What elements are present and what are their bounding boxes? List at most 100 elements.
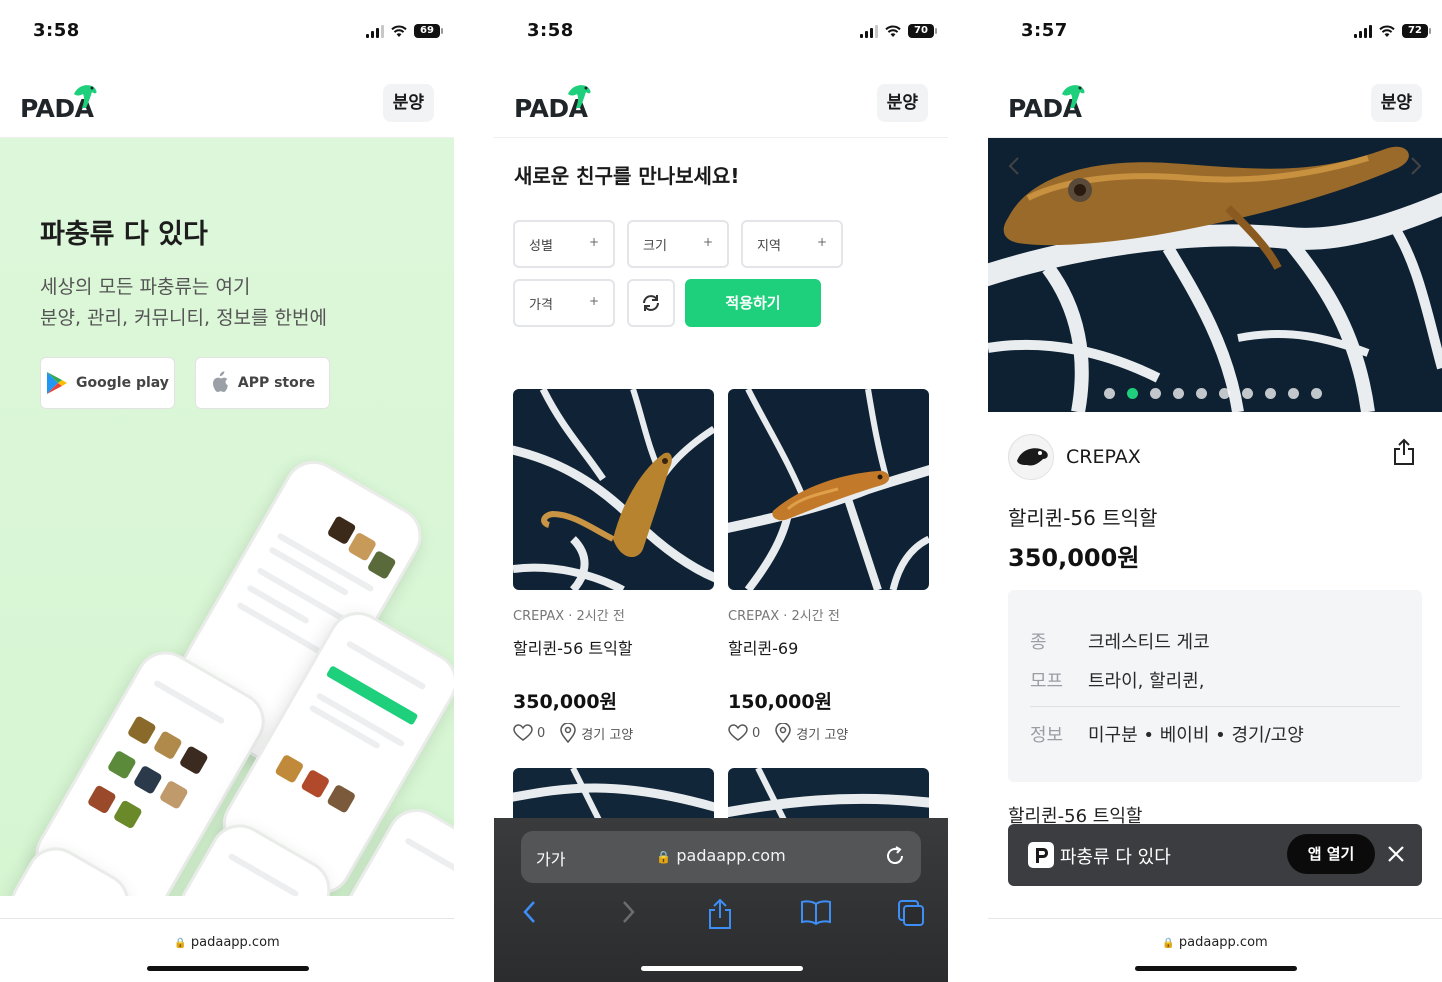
app-header: PADA 분양 <box>988 66 1442 138</box>
app-store-button[interactable]: APP store <box>195 357 330 409</box>
status-bar: 3:57 72 <box>988 0 1442 66</box>
reload-icon[interactable] <box>883 844 907 868</box>
status-time: 3:57 <box>1021 20 1068 41</box>
status-bar: 3:58 69 <box>0 0 454 66</box>
battery-icon: 72 <box>1402 24 1431 38</box>
heart-icon[interactable] <box>728 724 748 742</box>
listing-price: 350,000원 <box>513 691 618 713</box>
back-icon[interactable] <box>520 898 540 926</box>
filter-size-button[interactable]: 크기 + <box>627 220 729 268</box>
gallery-dot[interactable] <box>1196 388 1207 399</box>
gallery-dot[interactable] <box>1219 388 1230 399</box>
seller-name[interactable]: CREPAX <box>1066 446 1141 468</box>
gallery-dot[interactable] <box>1104 388 1115 399</box>
seller-avatar[interactable] <box>1008 434 1054 480</box>
lock-icon: 🔒 <box>1162 938 1175 949</box>
listing-meta: CREPAX · 2시간 전 <box>513 609 625 624</box>
adoption-button[interactable]: 분양 <box>1370 84 1422 122</box>
lock-icon: 🔒 <box>174 938 187 949</box>
info-key-details: 정보 <box>1030 725 1064 746</box>
apple-icon <box>212 371 228 392</box>
gecko-logo-icon <box>74 85 97 108</box>
plus-icon: + <box>588 294 599 308</box>
safari-toolbar: 가가 🔒 padaapp.com <box>494 818 948 982</box>
product-info-box: 종 크레스티드 게코 모프 트라이, 할리퀸, 정보 미구분 • 베이비 • 경… <box>1008 590 1422 782</box>
gallery-dot[interactable] <box>1288 388 1299 399</box>
signal-icon <box>860 24 878 38</box>
wifi-icon <box>391 25 407 37</box>
filter-price-button[interactable]: 가격 + <box>513 279 615 327</box>
product-title: 할리퀸-56 트익할 <box>1008 506 1158 530</box>
browser-url-bar[interactable]: 🔒 padaapp.com <box>0 918 454 982</box>
filter-region-button[interactable]: 지역 + <box>741 220 843 268</box>
banner-text: 파충류 다 있다 <box>1060 847 1171 868</box>
app-open-banner: 파충류 다 있다 앱 열기 <box>1008 824 1422 886</box>
gecko-photo[interactable] <box>513 389 714 590</box>
share-icon[interactable] <box>706 898 734 930</box>
landing-screen: 3:58 69 PADA 분양 파충류 다 있다 세상의 모든 파충류는 여기 … <box>0 0 454 982</box>
listing-meta: CREPAX · 2시간 전 <box>728 609 840 624</box>
listing-screen: 3:58 70 PADA 분양 새로운 친구를 만나보세요! 성별 + 크기 + 지… <box>494 0 948 982</box>
app-header: PADA 분양 <box>0 66 454 138</box>
gallery-dot[interactable] <box>1150 388 1161 399</box>
info-value-morph: 트라이, 할리퀸, <box>1088 671 1205 692</box>
signal-icon <box>366 24 384 38</box>
listing-stats: 0 경기 고양 <box>728 723 848 743</box>
gallery-dot[interactable] <box>1242 388 1253 399</box>
gecko-photo[interactable] <box>728 389 929 590</box>
reset-filter-button[interactable] <box>627 279 675 327</box>
listing-price: 150,000원 <box>728 691 833 713</box>
plus-icon: + <box>588 235 599 249</box>
seller-info[interactable]: CREPAX <box>1008 434 1141 480</box>
adoption-button[interactable]: 분양 <box>876 84 928 122</box>
plus-icon: + <box>816 235 827 249</box>
gallery-dot[interactable] <box>1265 388 1276 399</box>
gecko-logo-icon <box>1062 85 1085 108</box>
gecko-logo-icon <box>568 85 591 108</box>
forward-icon[interactable] <box>618 898 638 926</box>
photo-gallery[interactable] <box>988 138 1442 412</box>
open-app-button[interactable]: 앱 열기 <box>1287 834 1375 874</box>
info-value-details: 미구분 • 베이비 • 경기/고양 <box>1088 725 1304 746</box>
tabs-icon[interactable] <box>896 898 926 928</box>
gallery-dot[interactable] <box>1173 388 1184 399</box>
status-bar: 3:58 70 <box>494 0 948 66</box>
pada-logo[interactable]: PADA <box>514 80 594 123</box>
home-indicator <box>1135 966 1297 971</box>
home-indicator <box>641 966 803 971</box>
gallery-dot[interactable] <box>1311 388 1322 399</box>
bookmarks-icon[interactable] <box>800 898 832 926</box>
gallery-dot[interactable] <box>1127 388 1138 399</box>
home-indicator <box>147 966 309 971</box>
google-play-button[interactable]: Google play <box>40 357 175 409</box>
safari-address-bar[interactable]: 가가 🔒 padaapp.com <box>521 831 921 883</box>
refresh-icon <box>643 295 659 311</box>
pada-logo[interactable]: PADA <box>20 80 100 123</box>
listing-name: 할리퀸-56 트익할 <box>513 639 633 658</box>
hero-title: 파충류 다 있다 <box>40 219 208 250</box>
close-icon[interactable] <box>1384 842 1408 866</box>
apply-filter-button[interactable]: 적용하기 <box>685 279 821 327</box>
battery-icon: 69 <box>414 24 443 38</box>
info-value-species: 크레스티드 게코 <box>1088 632 1210 653</box>
app-header: PADA 분양 <box>494 66 948 138</box>
filter-gender-button[interactable]: 성별 + <box>513 220 615 268</box>
wifi-icon <box>1379 25 1395 37</box>
adoption-button[interactable]: 분양 <box>382 84 434 122</box>
plus-icon: + <box>702 235 713 249</box>
signal-icon <box>1354 24 1372 38</box>
url-text: 🔒 padaapp.com <box>1162 935 1268 950</box>
location-pin-icon <box>775 723 792 743</box>
gallery-dots[interactable] <box>1104 388 1322 399</box>
safari-url: padaapp.com <box>676 846 786 865</box>
location-pin-icon <box>560 723 577 743</box>
page-title: 새로운 친구를 만나보세요! <box>514 164 740 188</box>
pada-logo[interactable]: PADA <box>1008 80 1088 123</box>
listing-stats: 0 경기 고양 <box>513 723 633 743</box>
browser-url-bar[interactable]: 🔒 padaapp.com <box>988 918 1442 982</box>
heart-icon[interactable] <box>513 724 533 742</box>
share-icon[interactable] <box>1392 438 1416 466</box>
status-time: 3:58 <box>527 20 574 41</box>
url-text: 🔒 padaapp.com <box>174 935 280 950</box>
pada-app-icon <box>1028 842 1054 868</box>
